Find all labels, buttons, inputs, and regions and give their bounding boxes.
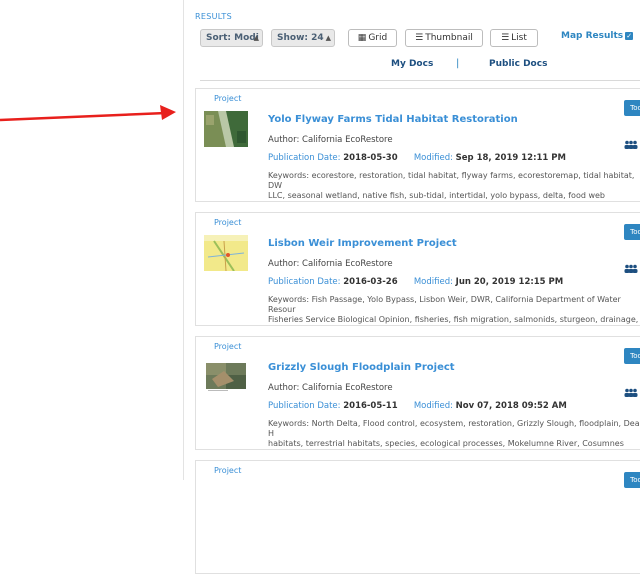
publication-date-value: 2016-03-26 (343, 277, 398, 287)
result-title[interactable]: Yolo Flyway Farms Tidal Habitat Restorat… (268, 114, 518, 125)
modified-value: Sep 18, 2019 12:11 PM (455, 153, 566, 163)
list-view-label: List (511, 33, 527, 43)
result-dates: Publication Date: 2016-05-11 Modified: N… (268, 401, 567, 411)
result-thumbnail[interactable] (204, 359, 248, 395)
show-select-label: Show: 24 (277, 33, 324, 43)
result-title[interactable]: Lisbon Weir Improvement Project (268, 238, 457, 249)
thumbnail-view-label: Thumbnail (425, 33, 473, 43)
result-thumbnail[interactable] (204, 111, 248, 147)
sort-select[interactable]: Sort: Modi ▲ (200, 29, 263, 47)
results-heading: RESULTS (195, 12, 232, 21)
grid-icon: ▦ (357, 33, 367, 43)
grid-view-button[interactable]: ▦ Grid (348, 29, 397, 47)
pane-divider (183, 0, 184, 480)
tools-button[interactable]: Too (624, 224, 640, 240)
grid-view-label: Grid (368, 33, 388, 43)
result-card: Project Yolo Flyway Farms Tidal Habitat … (195, 88, 640, 202)
result-thumbnail[interactable] (204, 235, 248, 271)
people-icon[interactable] (624, 140, 638, 149)
list-icon: ☰ (501, 33, 510, 43)
result-author: Author: California EcoRestore (268, 259, 393, 269)
result-type: Project (214, 94, 242, 103)
result-card: Project Too (195, 460, 640, 574)
tab-public-docs[interactable]: Public Docs (489, 59, 547, 69)
publication-date-label: Publication Date: (268, 277, 341, 287)
result-keywords: Keywords: Fish Passage, Yolo Bypass, Lis… (268, 295, 639, 324)
result-card: Project Grizzly Slough Floodplain Projec… (195, 336, 640, 450)
result-dates: Publication Date: 2016-03-26 Modified: J… (268, 277, 563, 287)
people-icon[interactable] (624, 264, 638, 273)
red-arrow-annotation (0, 105, 176, 122)
select-arrows-icon: ▲ (325, 34, 331, 42)
thumbnail-view-button[interactable]: ☰ Thumbnail (405, 29, 483, 47)
left-pane (0, 0, 183, 480)
result-author: Author: California EcoRestore (268, 135, 393, 145)
result-dates: Publication Date: 2018-05-30 Modified: S… (268, 153, 566, 163)
list-view-button[interactable]: ☰ List (490, 29, 538, 47)
people-icon[interactable] (624, 388, 638, 397)
tools-button[interactable]: Too (624, 100, 640, 116)
modified-value: Nov 07, 2018 09:52 AM (455, 401, 567, 411)
publication-date-label: Publication Date: (268, 401, 341, 411)
thumbnail-list-icon: ☰ (415, 33, 424, 43)
result-keywords: Keywords: ecorestore, restoration, tidal… (268, 171, 635, 200)
modified-label: Modified: (413, 153, 453, 163)
show-select[interactable]: Show: 24 ▲ (271, 29, 335, 47)
result-card: Project Lisbon Weir Improvement Project … (195, 212, 640, 326)
result-keywords: Keywords: North Delta, Flood control, ec… (268, 419, 640, 448)
publication-date-value: 2016-05-11 (343, 401, 398, 411)
map-results-checkbox[interactable]: ✓ (625, 31, 634, 40)
result-title[interactable]: Grizzly Slough Floodplain Project (268, 362, 455, 373)
publication-date-value: 2018-05-30 (343, 153, 398, 163)
tab-separator: | (456, 58, 460, 69)
select-arrows-icon: ▲ (253, 34, 259, 42)
header-divider (200, 80, 640, 81)
publication-date-label: Publication Date: (268, 153, 341, 163)
result-type: Project (214, 342, 242, 351)
modified-value: Jun 20, 2019 12:15 PM (455, 277, 564, 287)
result-type: Project (214, 466, 242, 475)
tools-button[interactable]: Too (624, 348, 640, 364)
tab-my-docs[interactable]: My Docs (391, 59, 433, 69)
modified-label: Modified: (413, 401, 453, 411)
sort-select-label: Sort: Modi (206, 33, 259, 43)
map-results-toggle[interactable]: Map Results ✓ (561, 31, 634, 41)
modified-label: Modified: (413, 277, 453, 287)
result-type: Project (214, 218, 242, 227)
result-author: Author: California EcoRestore (268, 383, 393, 393)
map-results-label: Map Results (561, 31, 624, 41)
tools-button[interactable]: Too (624, 472, 640, 488)
